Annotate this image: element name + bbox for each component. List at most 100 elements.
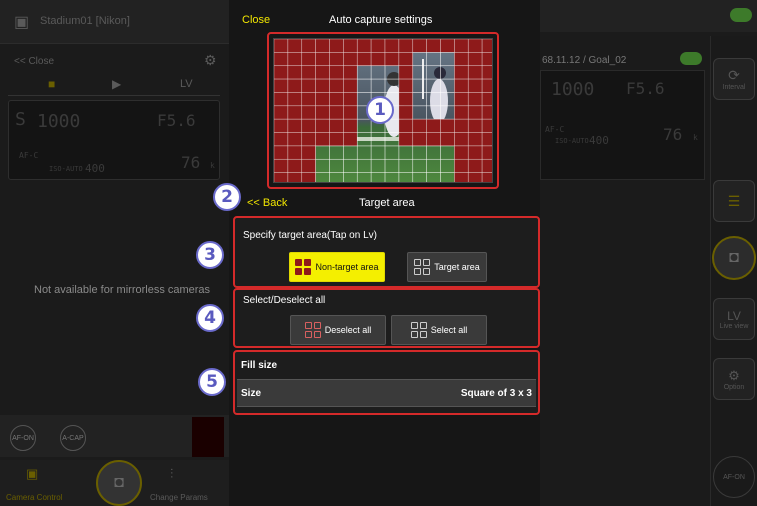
grid-cell[interactable] <box>329 39 344 53</box>
grid-cell[interactable] <box>467 105 483 120</box>
select-all-button[interactable]: Select all <box>391 315 487 345</box>
grid-cell[interactable] <box>481 65 493 80</box>
grid-cell[interactable] <box>274 118 289 133</box>
grid-cell[interactable] <box>454 65 469 80</box>
grid-cell[interactable] <box>315 132 330 147</box>
grid-cell[interactable] <box>398 52 414 67</box>
grid-cell[interactable] <box>315 65 330 80</box>
grid-cell[interactable] <box>301 65 316 80</box>
grid-cell[interactable] <box>329 132 344 147</box>
grid-cell[interactable] <box>274 78 289 93</box>
grid-cell[interactable] <box>454 78 469 93</box>
grid-cell[interactable] <box>467 78 483 93</box>
grid-cell[interactable] <box>454 105 469 120</box>
grid-cell[interactable] <box>274 52 289 67</box>
grid-cell[interactable] <box>274 65 289 80</box>
grid-cell[interactable] <box>426 39 441 53</box>
grid-cell[interactable] <box>301 39 316 53</box>
grid-cell[interactable] <box>287 172 303 183</box>
grid-cell[interactable] <box>481 92 493 107</box>
grid-cell[interactable] <box>356 52 372 67</box>
grid-cell[interactable] <box>454 158 469 173</box>
grid-cell[interactable] <box>301 132 316 147</box>
grid-cell[interactable] <box>467 158 483 173</box>
grid-cell[interactable] <box>287 118 303 133</box>
grid-cell[interactable] <box>467 39 483 53</box>
grid-cell[interactable] <box>454 172 469 183</box>
grid-cell[interactable] <box>274 158 289 173</box>
grid-cell[interactable] <box>287 145 303 160</box>
grid-cell[interactable] <box>274 92 289 107</box>
grid-cell[interactable] <box>454 52 469 67</box>
grid-cell[interactable] <box>287 158 303 173</box>
grid-cell[interactable] <box>398 105 414 120</box>
grid-cell[interactable] <box>274 172 289 183</box>
grid-cell[interactable] <box>329 65 344 80</box>
grid-cell[interactable] <box>384 39 400 53</box>
grid-cell[interactable] <box>467 65 483 80</box>
grid-cell[interactable] <box>343 65 358 80</box>
grid-cell[interactable] <box>454 92 469 107</box>
grid-cell[interactable] <box>440 132 455 147</box>
grid-cell[interactable] <box>315 118 330 133</box>
grid-cell[interactable] <box>481 78 493 93</box>
grid-cell[interactable] <box>481 132 493 147</box>
grid-cell[interactable] <box>287 39 303 53</box>
grid-cell[interactable] <box>481 52 493 67</box>
grid-cell[interactable] <box>454 118 469 133</box>
grid-cell[interactable] <box>301 78 316 93</box>
deselect-all-button[interactable]: Deselect all <box>290 315 386 345</box>
grid-cell[interactable] <box>329 78 344 93</box>
grid-cell[interactable] <box>343 118 358 133</box>
grid-cell[interactable] <box>343 132 358 147</box>
grid-cell[interactable] <box>412 39 427 53</box>
grid-cell[interactable] <box>287 52 303 67</box>
grid-cell[interactable] <box>398 92 414 107</box>
grid-cell[interactable] <box>426 132 441 147</box>
grid-cell[interactable] <box>440 118 455 133</box>
grid-cell[interactable] <box>301 172 316 183</box>
grid-cell[interactable] <box>356 39 372 53</box>
grid-cell[interactable] <box>274 39 289 53</box>
grid-cell[interactable] <box>315 39 330 53</box>
grid-cell[interactable] <box>426 118 441 133</box>
grid-cell[interactable] <box>343 52 358 67</box>
grid-cell[interactable] <box>467 145 483 160</box>
grid-cell[interactable] <box>274 132 289 147</box>
grid-cell[interactable] <box>454 39 469 53</box>
grid-cell[interactable] <box>329 105 344 120</box>
target-area-button[interactable]: Target area <box>407 252 487 282</box>
grid-cell[interactable] <box>301 52 316 67</box>
grid-cell[interactable] <box>343 78 358 93</box>
grid-cell[interactable] <box>301 118 316 133</box>
grid-cell[interactable] <box>315 105 330 120</box>
grid-cell[interactable] <box>467 92 483 107</box>
size-row[interactable]: Size Square of 3 x 3 <box>237 379 536 407</box>
grid-cell[interactable] <box>440 39 455 53</box>
grid-cell[interactable] <box>287 78 303 93</box>
grid-cell[interactable] <box>329 52 344 67</box>
grid-cell[interactable] <box>370 39 386 53</box>
grid-cell[interactable] <box>481 39 493 53</box>
grid-cell[interactable] <box>287 65 303 80</box>
grid-cell[interactable] <box>329 118 344 133</box>
grid-cell[interactable] <box>301 92 316 107</box>
grid-cell[interactable] <box>467 132 483 147</box>
grid-cell[interactable] <box>315 92 330 107</box>
grid-cell[interactable] <box>315 52 330 67</box>
grid-cell[interactable] <box>384 52 400 67</box>
grid-cell[interactable] <box>343 39 358 53</box>
grid-cell[interactable] <box>370 52 386 67</box>
grid-cell[interactable] <box>343 105 358 120</box>
grid-cell[interactable] <box>412 132 427 147</box>
grid-cell[interactable] <box>481 145 493 160</box>
grid-cell[interactable] <box>287 92 303 107</box>
grid-cell[interactable] <box>467 172 483 183</box>
grid-cell[interactable] <box>274 105 289 120</box>
grid-cell[interactable] <box>274 145 289 160</box>
close-button[interactable]: Close <box>242 14 270 26</box>
grid-cell[interactable] <box>287 105 303 120</box>
grid-cell[interactable] <box>398 65 414 80</box>
grid-cell[interactable] <box>343 92 358 107</box>
grid-cell[interactable] <box>315 78 330 93</box>
